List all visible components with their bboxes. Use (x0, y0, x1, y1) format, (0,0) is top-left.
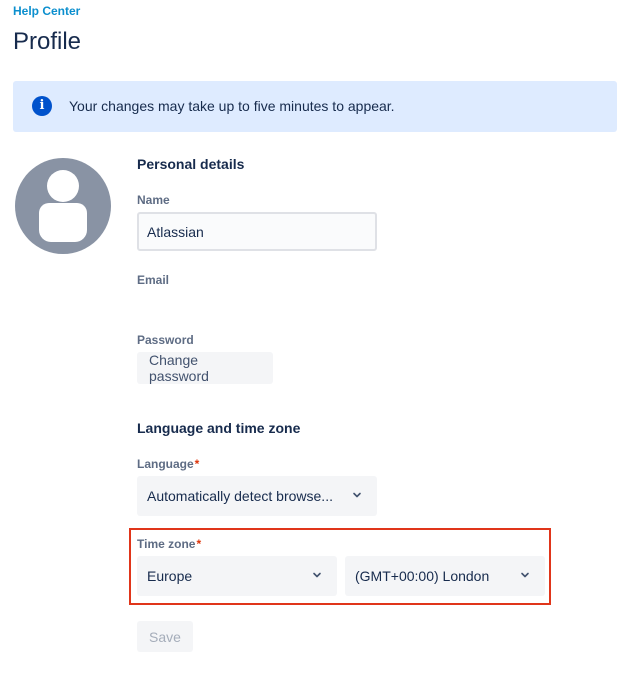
chevron-down-icon (313, 572, 321, 578)
personal-details-heading: Personal details (137, 156, 245, 172)
timezone-label-text: Time zone (137, 537, 196, 551)
language-select[interactable]: Automatically detect browse... (137, 476, 377, 516)
timezone-region-value: Europe (147, 568, 193, 584)
name-label: Name (137, 193, 170, 207)
language-label: Language* (137, 457, 199, 471)
info-icon: i (32, 96, 52, 116)
user-avatar-icon (15, 158, 111, 254)
language-label-text: Language (137, 457, 194, 471)
password-label: Password (137, 333, 194, 347)
save-button[interactable]: Save (137, 621, 193, 652)
change-password-button[interactable]: Change password (137, 352, 273, 384)
timezone-region-select[interactable]: Europe (137, 556, 337, 596)
info-banner: i Your changes may take up to five minut… (13, 81, 617, 132)
page-title: Profile (13, 28, 82, 55)
required-marker: * (194, 457, 200, 471)
breadcrumb-help-center[interactable]: Help Center (13, 4, 80, 18)
language-select-value: Automatically detect browse... (147, 488, 333, 504)
avatar-body (39, 203, 87, 242)
avatar-head (47, 170, 79, 202)
chevron-down-icon (521, 572, 529, 578)
chevron-down-icon (353, 492, 361, 498)
language-timezone-heading: Language and time zone (137, 420, 301, 436)
timezone-city-select[interactable]: (GMT+00:00) London (345, 556, 545, 596)
required-marker: * (196, 537, 202, 551)
timezone-label: Time zone* (137, 537, 201, 551)
email-label: Email (137, 273, 170, 287)
info-banner-text: Your changes may take up to five minutes… (69, 98, 395, 114)
timezone-city-value: (GMT+00:00) London (355, 568, 490, 584)
name-input[interactable] (137, 212, 377, 251)
